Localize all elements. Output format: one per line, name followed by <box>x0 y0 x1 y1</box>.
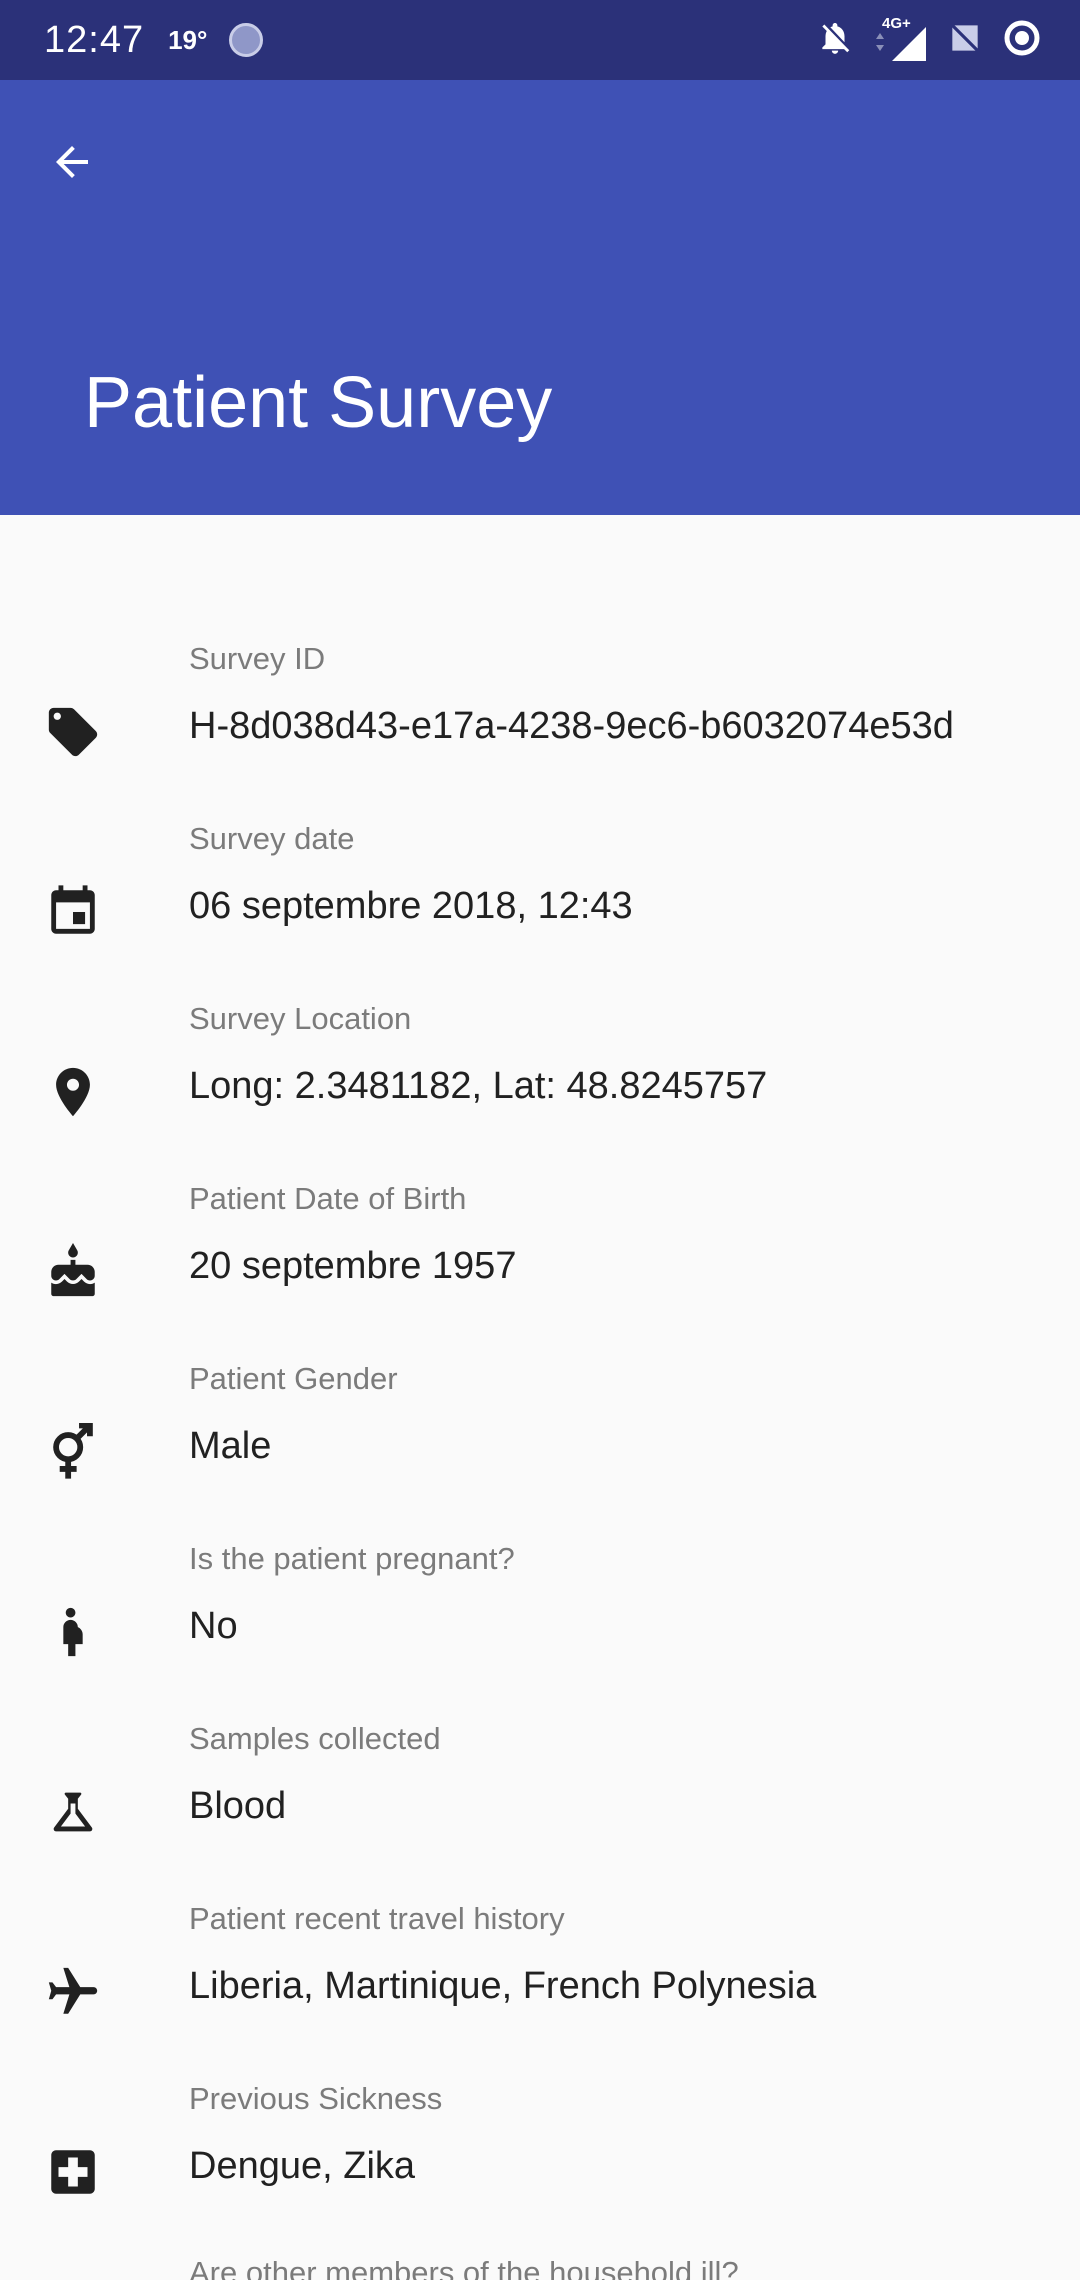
survey-details-list[interactable]: Survey ID H-8d038d43-e17a-4238-9ec6-b603… <box>0 515 1080 2280</box>
location-pin-icon <box>38 1057 108 1127</box>
field-label: Patient recent travel history <box>189 1901 565 1936</box>
field-value: H-8d038d43-e17a-4238-9ec6-b6032074e53d <box>189 705 954 747</box>
gender-icon <box>38 1417 108 1487</box>
list-item-survey-location: Survey Location Long: 2.3481182, Lat: 48… <box>0 975 1080 1155</box>
no-sim-icon <box>946 18 984 63</box>
cake-icon <box>38 1237 108 1307</box>
pregnant-woman-icon <box>38 1597 108 1667</box>
sync-ring-icon <box>1002 18 1042 63</box>
list-item-patient-gender: Patient Gender Male <box>0 1335 1080 1515</box>
status-temperature: 19° <box>168 24 208 55</box>
status-icons: 4G+ <box>816 15 1042 63</box>
field-value: Long: 2.3481182, Lat: 48.8245757 <box>189 1065 768 1107</box>
signal-icon: 4G+ <box>872 15 928 63</box>
field-value: Blood <box>189 1785 287 1827</box>
status-bar: 12:47 19° 4G+ <box>0 0 1080 80</box>
field-label: Survey Location <box>189 1001 412 1036</box>
page-title: Patient Survey <box>84 363 553 443</box>
status-time: 12:47 <box>44 18 145 61</box>
airplane-icon <box>38 1957 108 2027</box>
field-label: Samples collected <box>189 1721 441 1756</box>
arrow-back-icon <box>56 146 88 178</box>
field-label: Is the patient pregnant? <box>189 1541 515 1576</box>
field-label: Patient Gender <box>189 1361 398 1396</box>
field-label: Survey date <box>189 821 355 856</box>
notifications-off-icon <box>816 18 854 63</box>
list-item-survey-date: Survey date 06 septembre 2018, 12:43 <box>0 795 1080 975</box>
field-value: 20 septembre 1957 <box>189 1245 517 1287</box>
list-item-previous-sickness: Previous Sickness Dengue, Zika <box>0 2055 1080 2235</box>
list-item-travel-history: Patient recent travel history Liberia, M… <box>0 1875 1080 2055</box>
field-label: Patient Date of Birth <box>189 1181 467 1216</box>
field-label: Survey ID <box>189 641 326 676</box>
field-label-partial: Are other members of the household ill? <box>189 2255 739 2280</box>
back-button[interactable] <box>28 118 116 206</box>
list-item-samples: Samples collected Blood <box>0 1695 1080 1875</box>
app-bar: Patient Survey <box>0 80 1080 515</box>
field-value: Liberia, Martinique, French Polynesia <box>189 1965 817 2007</box>
tag-icon <box>38 697 108 767</box>
field-value: Dengue, Zika <box>189 2145 416 2187</box>
field-value: Male <box>189 1425 272 1467</box>
list-item-patient-dob: Patient Date of Birth 20 septembre 1957 <box>0 1155 1080 1335</box>
field-value: 06 septembre 2018, 12:43 <box>189 885 633 927</box>
weather-icon <box>229 23 264 57</box>
field-value: No <box>189 1605 238 1647</box>
list-item-survey-id: Survey ID H-8d038d43-e17a-4238-9ec6-b603… <box>0 615 1080 795</box>
field-label: Previous Sickness <box>189 2081 443 2116</box>
calendar-icon <box>38 877 108 947</box>
list-item-pregnant: Is the patient pregnant? No <box>0 1515 1080 1695</box>
flask-icon <box>38 1777 108 1847</box>
medical-cross-icon <box>38 2137 108 2207</box>
